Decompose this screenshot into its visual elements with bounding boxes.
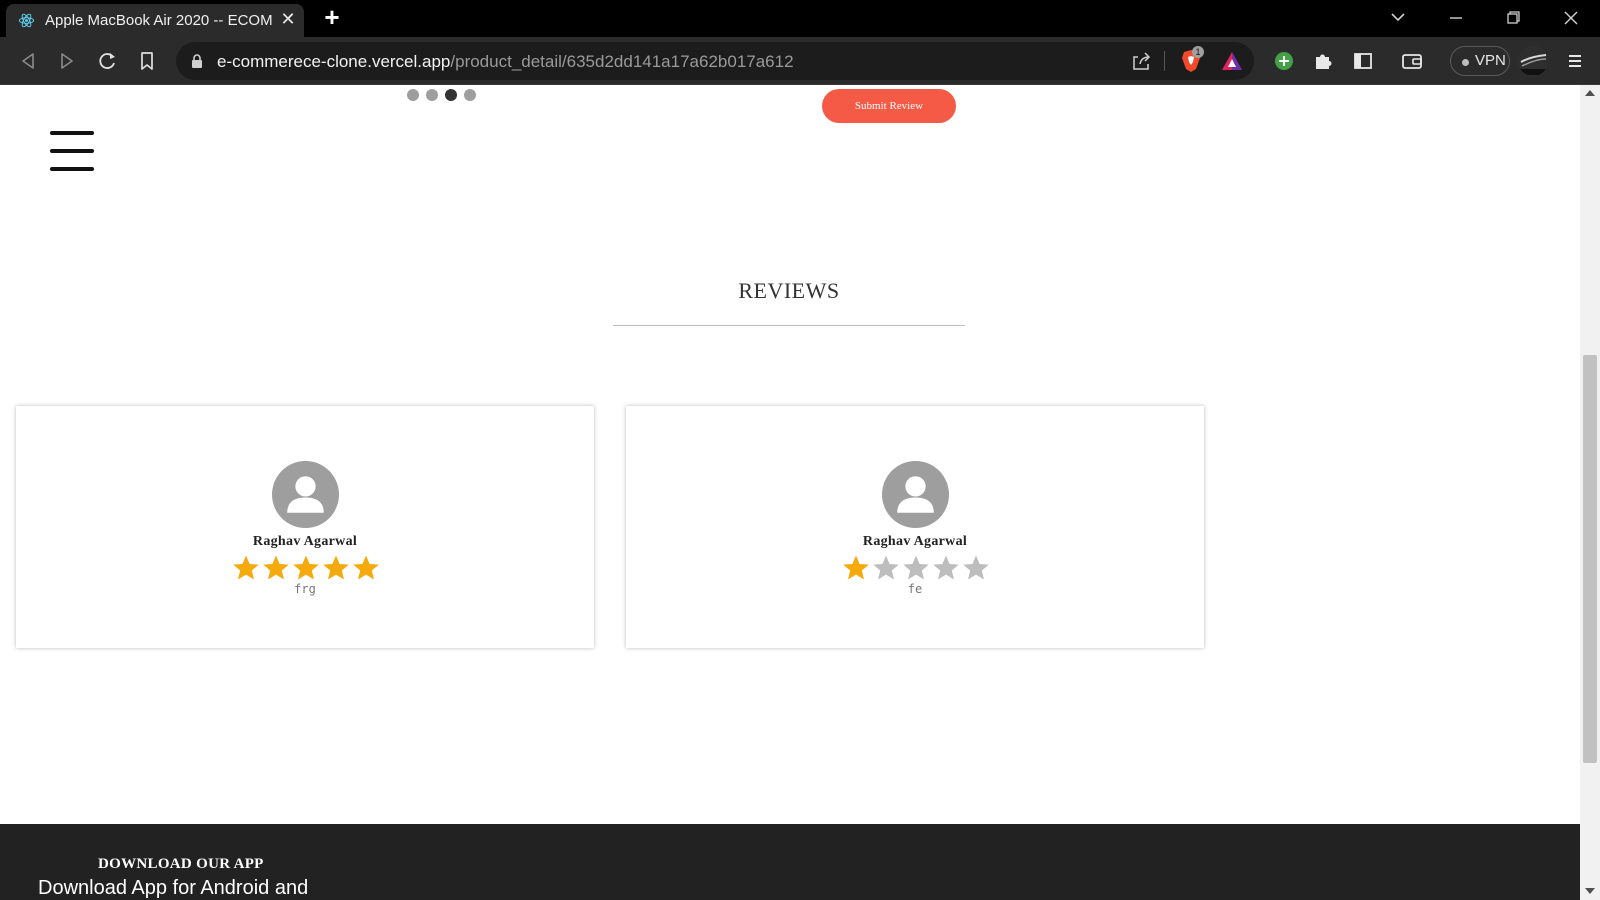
- carousel-dot[interactable]: [407, 89, 419, 101]
- shield-count-badge: 1: [1192, 46, 1204, 58]
- scroll-down-arrow-icon[interactable]: [1585, 888, 1595, 894]
- star-filled-icon: [353, 555, 379, 580]
- reviews-divider: [613, 325, 965, 326]
- star-filled-icon: [843, 555, 869, 580]
- submit-review-button[interactable]: Submit Review: [822, 89, 956, 123]
- back-icon[interactable]: [14, 47, 42, 75]
- star-filled-icon: [263, 555, 289, 580]
- tab-title: Apple MacBook Air 2020 -- ECOM: [45, 12, 273, 29]
- review-card: Raghav Agarwal frg: [16, 406, 594, 648]
- reviewer-name: Raghav Agarwal: [252, 534, 358, 549]
- vpn-label: VPN: [1475, 52, 1506, 69]
- url-host: e-commerece-clone.vercel.app: [217, 52, 451, 71]
- page-viewport: Submit Review REVIEWS Raghav Agarwal frg…: [0, 85, 1580, 900]
- extensions-puzzle-icon[interactable]: [1309, 47, 1337, 75]
- tab-bar: Apple MacBook Air 2020 -- ECOM ✕ +: [0, 0, 1600, 37]
- share-icon[interactable]: [1130, 50, 1152, 72]
- profile-picture: [1518, 46, 1548, 76]
- url-text: e-commerece-clone.vercel.app/product_det…: [217, 52, 794, 72]
- reload-icon[interactable]: [93, 47, 121, 75]
- hamburger-menu-icon[interactable]: [50, 131, 94, 171]
- review-comment: frg: [294, 582, 316, 596]
- carousel-dot[interactable]: [445, 89, 457, 101]
- star-empty-icon: [903, 555, 929, 580]
- footer: DOWNLOAD OUR APP Download App for Androi…: [0, 824, 1580, 900]
- extension-add-icon[interactable]: [1270, 47, 1298, 75]
- restore-icon[interactable]: [1493, 4, 1533, 32]
- user-avatar-icon: [272, 461, 339, 528]
- tab-search-icon[interactable]: [1378, 4, 1418, 32]
- review-card: Raghav Agarwal fe: [626, 406, 1204, 648]
- carousel-dot[interactable]: [426, 89, 438, 101]
- new-tab-icon[interactable]: +: [320, 4, 344, 30]
- divider: [1164, 51, 1165, 71]
- footer-subtitle: Download App for Android and: [38, 877, 309, 899]
- star-filled-icon: [233, 555, 259, 580]
- bookmark-icon[interactable]: [133, 47, 161, 75]
- menu-icon[interactable]: [1561, 47, 1589, 75]
- reviews-heading: REVIEWS: [738, 278, 840, 303]
- close-window-icon[interactable]: [1551, 4, 1591, 32]
- browser-toolbar: e-commerece-clone.vercel.app/product_det…: [0, 37, 1600, 85]
- forward-icon[interactable]: [53, 47, 81, 75]
- react-icon: [18, 13, 35, 28]
- brave-rewards-icon[interactable]: [1220, 50, 1244, 72]
- star-rating: [232, 554, 382, 584]
- star-rating: [842, 554, 992, 584]
- star-filled-icon: [323, 555, 349, 580]
- user-avatar-icon: [882, 461, 949, 528]
- reviewer-name: Raghav Agarwal: [862, 534, 968, 549]
- star-empty-icon: [963, 555, 989, 580]
- profile-avatar[interactable]: [1518, 46, 1548, 76]
- scroll-up-arrow-icon[interactable]: [1585, 90, 1595, 96]
- lock-icon: [192, 54, 202, 68]
- address-bar[interactable]: e-commerece-clone.vercel.app/product_det…: [176, 42, 1254, 80]
- star-empty-icon: [933, 555, 959, 580]
- vpn-status-dot: [1462, 59, 1469, 66]
- sidebar-icon[interactable]: [1349, 47, 1377, 75]
- url-path: /product_detail/635d2dd141a17a62b017a612: [450, 52, 794, 71]
- wallet-icon[interactable]: [1398, 47, 1426, 75]
- footer-title: DOWNLOAD OUR APP: [98, 856, 264, 872]
- minimize-icon[interactable]: [1436, 4, 1476, 32]
- review-comment: fe: [907, 582, 923, 596]
- scrollbar-thumb[interactable]: [1583, 355, 1597, 763]
- star-empty-icon: [873, 555, 899, 580]
- vpn-button[interactable]: VPN: [1450, 46, 1510, 76]
- vertical-scrollbar[interactable]: [1580, 85, 1600, 900]
- carousel-dot[interactable]: [464, 89, 476, 101]
- close-tab-icon[interactable]: ✕: [278, 9, 298, 29]
- browser-tab[interactable]: Apple MacBook Air 2020 -- ECOM ✕: [6, 4, 304, 37]
- star-filled-icon: [293, 555, 319, 580]
